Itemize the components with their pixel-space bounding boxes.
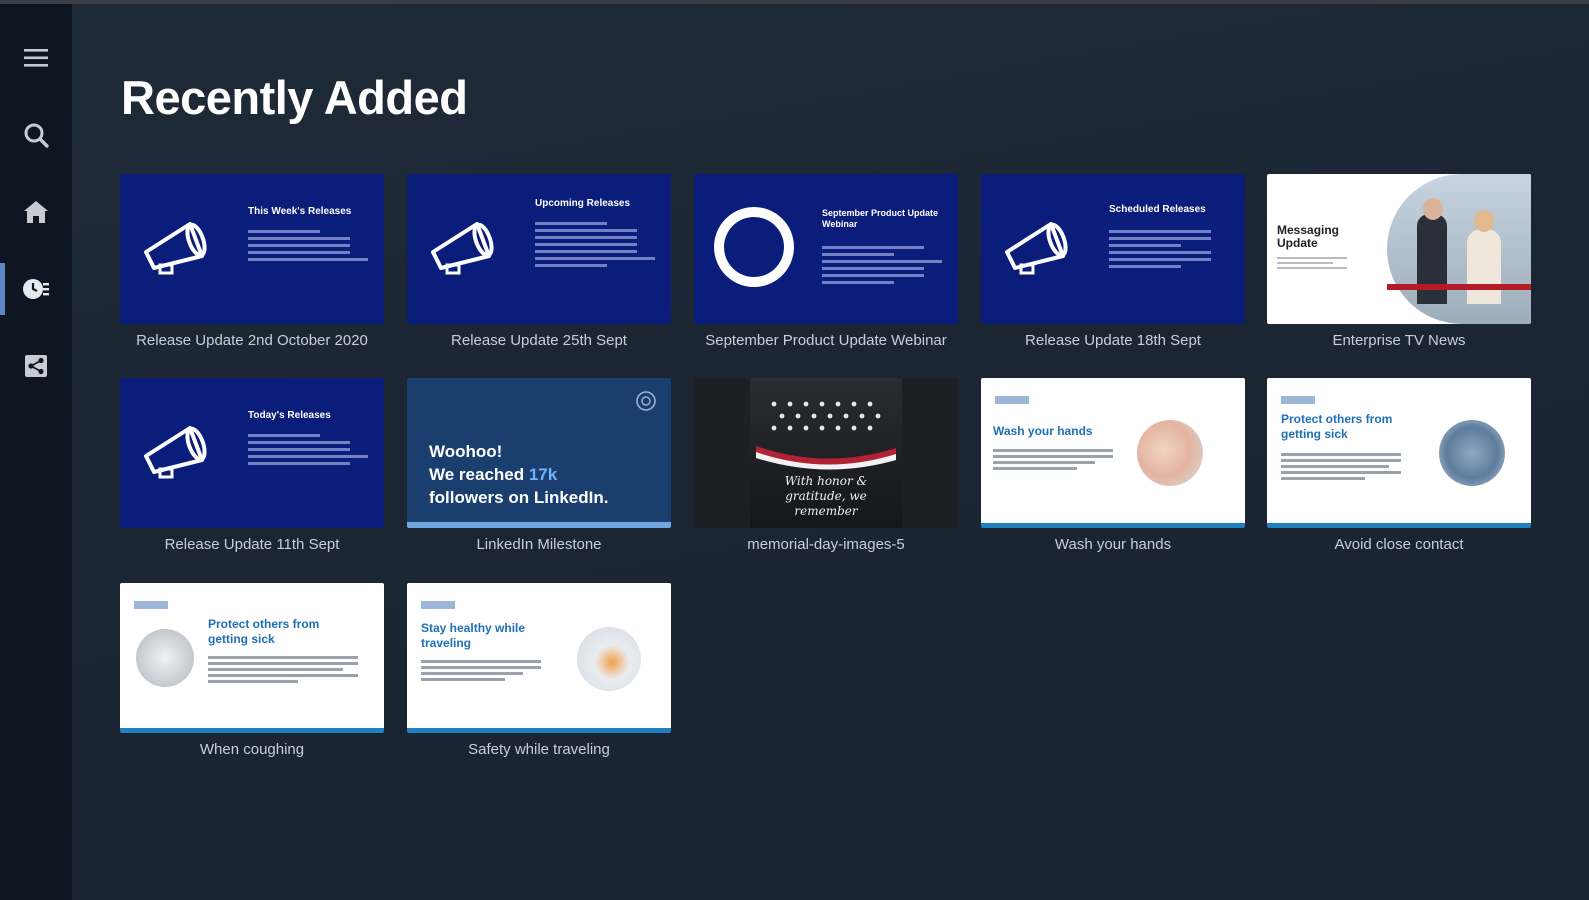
slide-title: Scheduled Releases xyxy=(1109,204,1206,215)
slide-text-lines xyxy=(208,653,358,686)
slide-text-lines xyxy=(421,657,541,684)
search-icon xyxy=(24,123,49,148)
content-tile[interactable]: Stay healthy while traveling Safety whil… xyxy=(407,583,671,758)
tile-thumbnail: This Week's Releases xyxy=(120,174,384,324)
slide-title: Upcoming Releases xyxy=(535,198,631,209)
slide-line-2: We reached 17k xyxy=(429,465,558,484)
tile-thumbnail: Protect others from getting sick xyxy=(120,583,384,733)
menu-button[interactable] xyxy=(0,28,72,88)
tile-caption: When coughing xyxy=(199,741,305,758)
slide-text-lines xyxy=(1109,226,1229,272)
content-tile[interactable]: Scheduled Releases Release Update 18th S… xyxy=(981,174,1245,349)
home-button[interactable] xyxy=(0,182,72,242)
slide-text-lines xyxy=(1281,450,1401,483)
tile-thumbnail: Woohoo! We reached 17k followers on Link… xyxy=(407,378,671,528)
slide-text-lines xyxy=(993,446,1113,473)
who-logo xyxy=(134,601,168,609)
tile-caption: LinkedIn Milestone xyxy=(476,536,602,553)
memorial-image: With honor & gratitude, we remember xyxy=(750,378,902,528)
brand-logo xyxy=(714,207,794,287)
slide-headline: Woohoo! We reached 17k followers on Link… xyxy=(429,440,608,509)
hands-photo xyxy=(1137,420,1203,486)
sidebar xyxy=(0,4,72,900)
tile-thumbnail: Protect others from getting sick xyxy=(1267,378,1531,528)
content-tile[interactable]: This Week's Releases Release Update 2nd … xyxy=(120,174,384,349)
tile-thumbnail: Messaging Update xyxy=(1267,174,1531,324)
slide-title: September Product Update Webinar xyxy=(822,208,939,229)
slide-title: Protect others from getting sick xyxy=(1281,412,1393,441)
recent-button[interactable] xyxy=(0,259,72,319)
tile-thumbnail: Stay healthy while traveling xyxy=(407,583,671,733)
stars-icon xyxy=(771,401,881,431)
share-icon xyxy=(25,355,47,377)
ticket-photo xyxy=(577,627,641,691)
page-title: Recently Added xyxy=(121,71,468,124)
slide-line-1: Woohoo! xyxy=(429,442,503,461)
megaphone-icon xyxy=(1005,222,1068,275)
tile-thumbnail: Upcoming Releases xyxy=(407,174,671,324)
tile-thumbnail: Scheduled Releases xyxy=(981,174,1245,324)
home-icon xyxy=(24,201,48,223)
recent-icon xyxy=(23,279,49,299)
tile-caption: Release Update 2nd October 2020 xyxy=(136,332,368,349)
slide-text-lines xyxy=(822,242,942,288)
content-tile[interactable]: Woohoo! We reached 17k followers on Link… xyxy=(407,378,671,553)
content-tile[interactable]: Today's Releases Release Update 11th Sep… xyxy=(120,378,384,553)
content-tile[interactable]: Protect others from getting sick Avoid c… xyxy=(1267,378,1531,553)
slide-title: Stay healthy while traveling xyxy=(421,621,526,650)
slide-text-lines xyxy=(248,430,368,469)
tile-caption: Release Update 11th Sept xyxy=(164,536,340,553)
tile-caption: September Product Update Webinar xyxy=(705,332,947,349)
people-photo xyxy=(1439,420,1505,486)
tile-caption: Release Update 18th Sept xyxy=(1025,332,1201,349)
who-logo xyxy=(1281,396,1315,404)
tile-caption: Wash your hands xyxy=(1054,536,1172,553)
slide-title: This Week's Releases xyxy=(248,206,352,217)
tile-thumbnail: With honor & gratitude, we remember xyxy=(694,378,958,528)
tile-caption: Release Update 25th Sept xyxy=(451,332,627,349)
search-button[interactable] xyxy=(0,105,72,165)
content-tile[interactable]: Upcoming Releases Release Update 25th Se… xyxy=(407,174,671,349)
tile-caption: Enterprise TV News xyxy=(1332,332,1466,349)
share-button[interactable] xyxy=(0,336,72,396)
people-photo xyxy=(1387,174,1531,324)
slide-title: Wash your hands xyxy=(993,424,1093,438)
tile-caption: Safety while traveling xyxy=(468,741,610,758)
slide-title: Protect others from getting sick xyxy=(208,617,320,646)
content-tile[interactable]: Wash your hands Wash your hands xyxy=(981,378,1245,553)
window-top-border xyxy=(0,0,1589,4)
flag-stripes-icon xyxy=(756,446,896,470)
megaphone-icon xyxy=(144,426,207,479)
tile-thumbnail: September Product Update Webinar xyxy=(694,174,958,324)
tile-caption: Avoid close contact xyxy=(1334,536,1464,553)
hamburger-menu-icon xyxy=(24,49,48,67)
slide-text-lines xyxy=(1277,254,1347,272)
content-tile[interactable]: With honor & gratitude, we remember memo… xyxy=(694,378,958,553)
slide-title: Messaging Update xyxy=(1277,223,1340,250)
content-tile[interactable]: September Product Update Webinar Septemb… xyxy=(694,174,958,349)
megaphone-icon xyxy=(431,222,494,275)
coughing-photo xyxy=(136,629,194,687)
slide-script-text: With honor & gratitude, we remember xyxy=(784,474,868,518)
who-logo xyxy=(421,601,455,609)
logo-badge-icon xyxy=(636,391,656,411)
slide-text-lines xyxy=(248,226,368,265)
highlight-number: 17k xyxy=(528,465,558,484)
content-tile[interactable]: Messaging Update Enterprise TV News xyxy=(1267,174,1531,349)
tile-caption: memorial-day-images-5 xyxy=(747,536,905,553)
slide-text-lines xyxy=(535,218,655,271)
megaphone-icon xyxy=(144,222,207,275)
tile-thumbnail: Wash your hands xyxy=(981,378,1245,528)
slide-line-3: followers on LinkedIn. xyxy=(429,488,609,507)
tile-thumbnail: Today's Releases xyxy=(120,378,384,528)
who-logo xyxy=(995,396,1029,404)
content-tile[interactable]: Protect others from getting sick When co… xyxy=(120,583,384,758)
slide-title: Today's Releases xyxy=(248,410,331,421)
